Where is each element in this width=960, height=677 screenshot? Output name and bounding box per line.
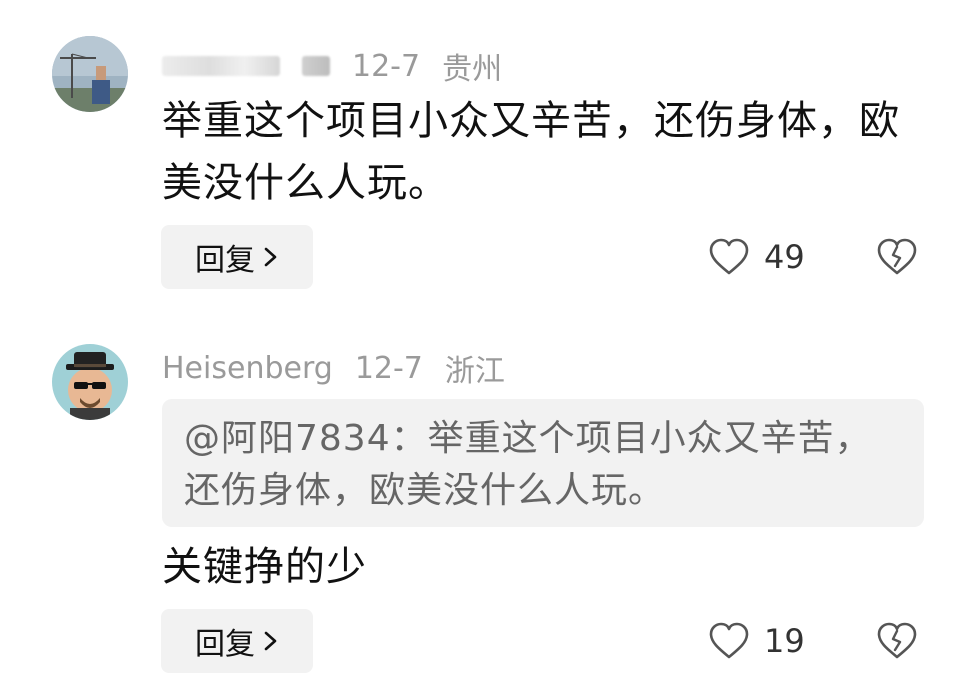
dislike-button[interactable] bbox=[876, 621, 918, 665]
author-name-redacted bbox=[162, 56, 280, 76]
dislike-button[interactable] bbox=[876, 237, 918, 281]
author-name[interactable]: Heisenberg bbox=[162, 351, 333, 386]
quoted-comment[interactable]: @阿阳7834：举重这个项目小众又辛苦，还伤身体，欧美没什么人玩。 bbox=[162, 399, 924, 527]
heart-outline-icon bbox=[709, 238, 749, 275]
chevron-right-icon bbox=[264, 631, 277, 651]
comment-meta: Heisenberg 12-7 浙江 bbox=[162, 346, 527, 390]
reply-button[interactable]: 回复 bbox=[161, 225, 313, 289]
construction-crane-photo bbox=[52, 36, 128, 112]
comment-date: 12-7 bbox=[352, 48, 421, 84]
avatar[interactable] bbox=[52, 36, 128, 112]
heisenberg-cartoon-avatar bbox=[52, 344, 128, 420]
like-button[interactable]: 19 bbox=[708, 622, 805, 660]
like-button[interactable]: 49 bbox=[708, 238, 805, 276]
author-name-redacted-tail bbox=[302, 56, 330, 76]
reply-label: 回复 bbox=[195, 627, 255, 662]
avatar[interactable] bbox=[52, 344, 128, 420]
like-count: 19 bbox=[764, 622, 805, 660]
comment-date: 12-7 bbox=[354, 350, 423, 386]
broken-heart-icon bbox=[877, 622, 917, 659]
reply-button[interactable]: 回复 bbox=[161, 609, 313, 673]
like-count: 49 bbox=[764, 238, 805, 276]
heart-outline-icon bbox=[709, 622, 749, 659]
chevron-right-icon bbox=[264, 247, 277, 267]
comment-location: 贵州 bbox=[442, 52, 503, 87]
reply-label: 回复 bbox=[195, 243, 255, 278]
comment-location: 浙江 bbox=[444, 354, 505, 389]
comment-text: 举重这个项目小众又辛苦，还伤身体，欧美没什么人玩。 bbox=[162, 98, 900, 206]
comment-meta: 12-7 贵州 bbox=[162, 44, 524, 88]
broken-heart-icon bbox=[877, 238, 917, 275]
comment-text: 关键挣的少 bbox=[162, 544, 367, 590]
